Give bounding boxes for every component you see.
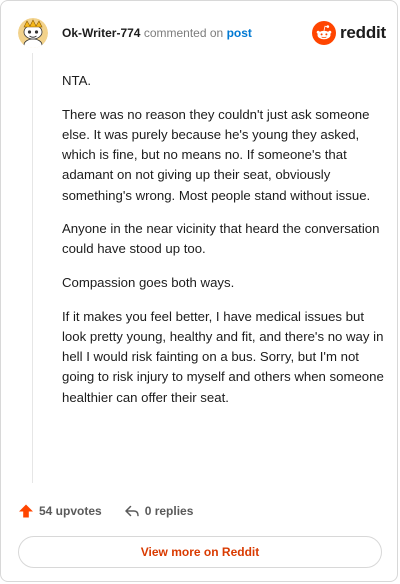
comment-paragraph: Compassion goes both ways.: [62, 275, 235, 291]
post-link[interactable]: post: [227, 26, 252, 40]
upvote-button[interactable]: 54 upvotes: [18, 503, 102, 519]
user-avatar[interactable]: [18, 18, 48, 48]
comment-actions: 54 upvotes 0 replies: [18, 503, 193, 519]
embedded-comment-card: Ok-Writer-774 commented on post reddit N…: [0, 0, 398, 582]
reddit-logo-icon: [312, 21, 336, 45]
reply-count: 0 replies: [144, 504, 194, 518]
username-link[interactable]: Ok-Writer-774: [62, 26, 140, 40]
comment-paragraph: Anyone in the near vicinity that heard t…: [62, 221, 380, 257]
snoo-avatar-icon: [18, 18, 48, 48]
comment-paragraph: If it makes you feel better, I have medi…: [62, 308, 384, 405]
reddit-brand-logo[interactable]: reddit: [312, 21, 386, 45]
reply-button[interactable]: 0 replies: [124, 503, 194, 519]
upvote-arrow-icon: [19, 504, 33, 518]
comment-body: NTA. There was no reason they couldn't j…: [62, 71, 387, 421]
thread-line: [32, 53, 33, 483]
comment-paragraph: NTA.: [62, 73, 92, 88]
comment-paragraph: There was no reason they couldn't just a…: [62, 106, 371, 203]
commented-on-text: commented on: [143, 26, 224, 40]
view-more-on-reddit-button[interactable]: View more on Reddit: [18, 536, 382, 568]
reddit-wordmark: reddit: [340, 23, 387, 42]
comment-meta: Ok-Writer-774 commented on post: [62, 26, 252, 41]
reply-arrow-icon: [124, 505, 139, 517]
upvote-count: 54 upvotes: [39, 504, 102, 518]
